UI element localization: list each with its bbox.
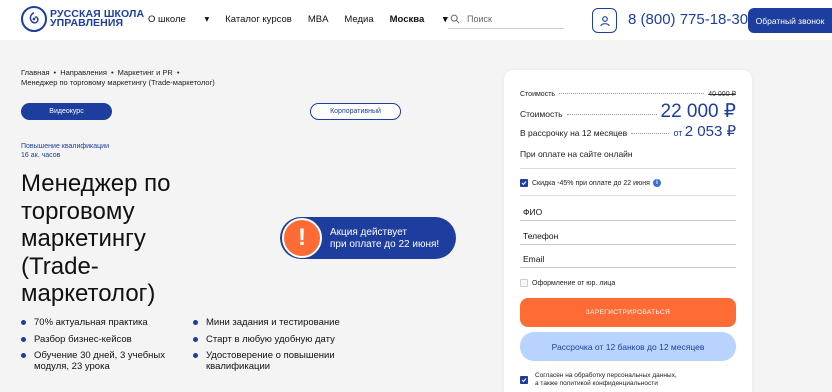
logo[interactable]: РУССКАЯ ШКОЛА УПРАВЛЕНИЯ xyxy=(21,6,144,32)
email-field[interactable]: Email xyxy=(520,250,736,268)
breadcrumb-home[interactable]: Главная xyxy=(21,68,50,77)
name-field[interactable]: ФИО xyxy=(520,203,736,221)
installment-button[interactable]: Рассрочка от 12 банков до 12 месяцев xyxy=(520,332,736,361)
promo-banner: ! Акция действует при оплате до 22 июня! xyxy=(280,217,456,259)
search-input[interactable]: Поиск xyxy=(448,9,564,29)
discount-checkbox[interactable] xyxy=(520,179,528,187)
divider xyxy=(520,168,736,169)
search-placeholder: Поиск xyxy=(467,13,492,24)
nav-media[interactable]: Медиа xyxy=(344,14,373,25)
account-button[interactable] xyxy=(592,8,617,33)
legal-entity-checkbox-row[interactable]: Оформление от юр. лица xyxy=(520,279,615,287)
info-icon[interactable]: i xyxy=(652,179,661,187)
price: 22 000 ₽ xyxy=(660,101,736,122)
breadcrumb: Главная • Направления • Маркетинг и PR • Мене… xyxy=(21,68,215,87)
consent-checkbox-row[interactable]: Согласен на обработку персональных данны… xyxy=(520,372,677,387)
breadcrumb-directions[interactable]: Направления xyxy=(60,68,107,77)
phone-field[interactable]: Телефон xyxy=(520,227,736,245)
main-nav: О школе ▾ Каталог курсов MBA Медиа Москв… xyxy=(148,14,464,25)
course-type: Повышение квалификации 16 ак. часов xyxy=(21,143,109,159)
discount-checkbox-row[interactable]: Скидка -45% при оплате до 22 июня i xyxy=(520,179,661,187)
nav-about[interactable]: О школе ▾ xyxy=(148,14,209,25)
alert-icon: ! xyxy=(282,218,322,258)
phone-number[interactable]: 8 (800) 775-18-30 xyxy=(628,11,748,28)
logo-text: РУССКАЯ ШКОЛА УПРАВЛЕНИЯ xyxy=(50,7,145,29)
breadcrumb-marketing[interactable]: Маркетинг и PR xyxy=(118,68,173,77)
city-selector[interactable]: Москва ▾ xyxy=(390,14,448,25)
user-icon xyxy=(599,15,610,26)
register-button[interactable]: ЗАРЕГИСТРИРОВАТЬСЯ xyxy=(520,298,736,327)
nav-mba[interactable]: MBA xyxy=(308,14,329,25)
divider xyxy=(520,195,736,196)
feature-item: Разбор бизнес-кейсов xyxy=(21,334,132,345)
feature-item: Обучение 30 дней, 3 учебных модуля, 23 ур… xyxy=(20,350,166,372)
old-price: 40 000 ₽ xyxy=(708,91,736,98)
format-video-button[interactable]: Видеокурс xyxy=(21,103,112,120)
legal-entity-checkbox[interactable] xyxy=(520,279,528,287)
feature-item: Удостоверение о повышении квалификации xyxy=(193,350,335,372)
old-price-row: Стоимость 40 000 ₽ xyxy=(520,91,736,98)
nav-catalog[interactable]: Каталог курсов xyxy=(225,14,292,25)
consent-checkbox[interactable] xyxy=(520,376,528,384)
search-icon xyxy=(450,14,460,24)
feature-item: Мини задания и тестирование xyxy=(193,317,340,328)
consent-text: Согласен на обработку персональных данны… xyxy=(535,372,677,387)
breadcrumb-current: Менеджер по торговому маркетингу (Trade-… xyxy=(21,78,215,87)
price-row: Стоимость 22 000 ₽ xyxy=(520,101,736,122)
promo-text: Акция действует при оплате до 22 июня! xyxy=(330,227,440,250)
feature-item: Старт в любую удобную дату xyxy=(193,334,335,345)
logo-emblem-icon xyxy=(21,6,47,32)
registration-card: Стоимость 40 000 ₽ Стоимость 22 000 ₽ В ра… xyxy=(504,70,752,392)
online-payment-label: При оплате на сайте онлайн xyxy=(520,149,633,159)
format-corporate-button[interactable]: Корпоративный xyxy=(310,103,401,120)
site-header: РУССКАЯ ШКОЛА УПРАВЛЕНИЯ О школе ▾ Катал… xyxy=(0,0,832,40)
feature-item: 70% актуальная практика xyxy=(21,317,148,328)
page-title: Менеджер по торговому маркетингу (Trade-… xyxy=(21,170,171,307)
installment-row: В рассрочку на 12 месяцев от 2 053 ₽ xyxy=(520,123,736,140)
callback-button[interactable]: Обратный звонок xyxy=(748,8,832,33)
installment-price: 2 053 ₽ xyxy=(684,123,736,140)
